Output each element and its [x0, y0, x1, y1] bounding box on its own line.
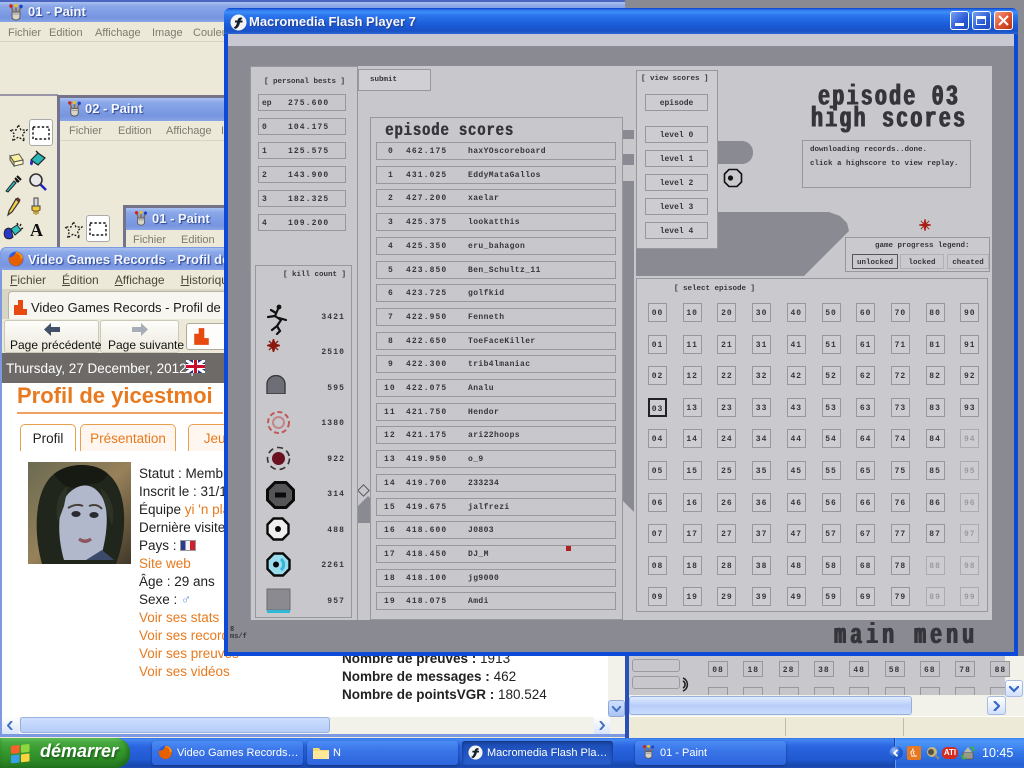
svg-text:A: A	[30, 221, 43, 238]
